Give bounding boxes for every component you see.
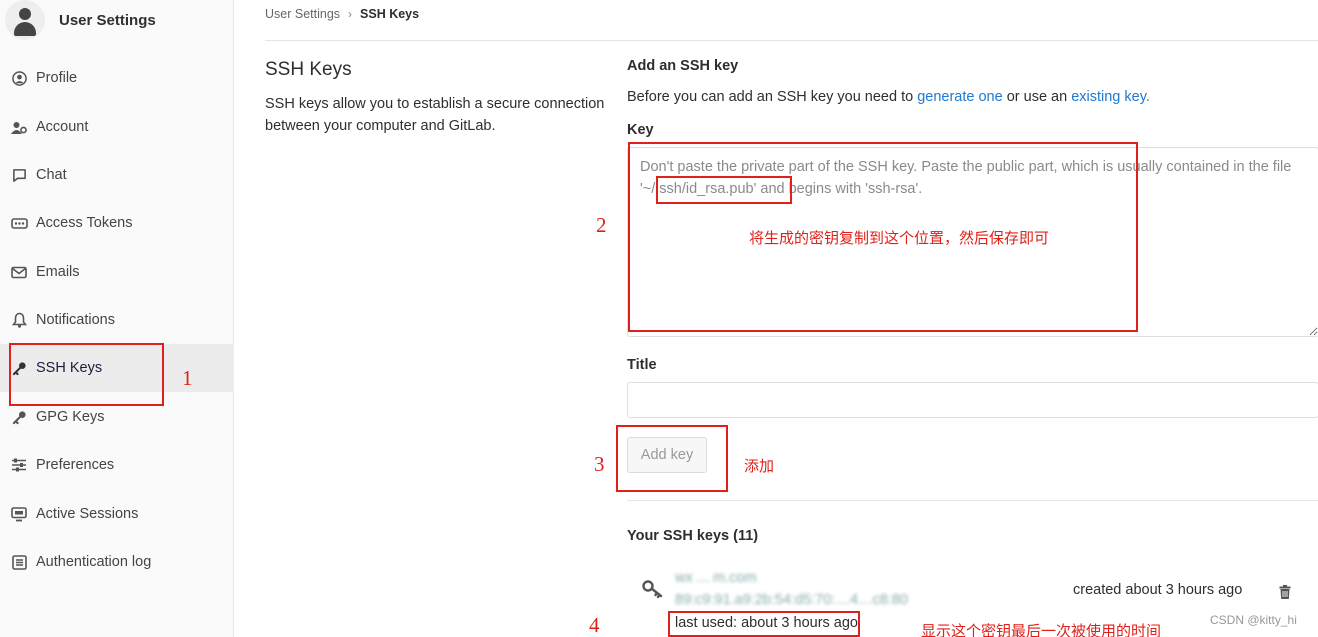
key-created: created about 3 hours ago (1073, 582, 1243, 598)
annotation-text: 将生成的密钥复制到这个位置，然后保存即可 (749, 230, 1050, 247)
annotation-number: 3 (594, 452, 605, 476)
sidebar-item-label: Active Sessions (36, 506, 139, 522)
profile-icon (10, 69, 28, 87)
envelope-icon (10, 263, 28, 281)
breadcrumb: User Settings › SSH Keys (265, 7, 419, 21)
sidebar-item-notifications[interactable]: Notifications (0, 296, 234, 344)
sidebar: User Settings Profile Account Chat Acces… (0, 0, 234, 637)
annotation-box-file-path (656, 176, 792, 204)
annotation-box-add-button (616, 425, 728, 492)
existing-key-link[interactable]: existing key. (1071, 89, 1150, 105)
sidebar-item-emails[interactable]: Emails (0, 248, 234, 296)
breadcrumb-current[interactable]: SSH Keys (360, 7, 419, 21)
keys-list-heading: Your SSH keys (11) (627, 528, 759, 544)
generate-one-link[interactable]: generate one (917, 89, 1002, 105)
intro-text: Before you can add an SSH key you need t… (627, 89, 914, 105)
sidebar-item-account[interactable]: Account (0, 103, 234, 151)
divider (627, 500, 1318, 501)
sliders-icon (10, 456, 28, 474)
annotation-text: 添加 (744, 458, 775, 475)
account-gears-icon (10, 118, 28, 136)
sidebar-item-label: Emails (36, 264, 80, 280)
title-label: Title (627, 357, 657, 373)
sidebar-header[interactable]: User Settings (0, 0, 234, 44)
breadcrumb-parent[interactable]: User Settings (265, 7, 340, 21)
form-intro: Before you can add an SSH key you need t… (627, 89, 1150, 105)
intro-text-middle: or use an (1006, 89, 1068, 105)
key-icon (642, 580, 664, 599)
sidebar-item-label: Access Tokens (36, 215, 133, 231)
sidebar-item-label: Authentication log (36, 554, 152, 570)
sidebar-item-label: GPG Keys (36, 409, 105, 425)
key-fingerprint: 89:c9:91.a9:2b:54:d5:70:…4…c8:80 (675, 592, 908, 608)
annotation-box-ssh-keys (9, 343, 164, 406)
access-tokens-icon (10, 214, 28, 232)
divider (265, 40, 1318, 41)
form-title: Add an SSH key (627, 58, 739, 74)
sidebar-item-label: Notifications (36, 312, 115, 328)
sidebar-item-label: Chat (36, 167, 67, 183)
key-icon (10, 408, 28, 426)
trash-icon[interactable] (1279, 585, 1291, 599)
annotation-number: 4 (589, 613, 600, 637)
sidebar-item-profile[interactable]: Profile (0, 54, 234, 102)
sidebar-title: User Settings (59, 12, 156, 29)
sidebar-item-authentication-log[interactable]: Authentication log (0, 538, 234, 586)
sidebar-item-label: Profile (36, 70, 78, 86)
sidebar-item-access-tokens[interactable]: Access Tokens (0, 199, 234, 247)
key-title-link[interactable]: wx … m.com (675, 570, 757, 586)
annotation-number: 1 (182, 366, 193, 390)
sidebar-item-preferences[interactable]: Preferences (0, 441, 234, 489)
watermark: CSDN @kitty_hi (1210, 613, 1297, 627)
chat-icon (10, 166, 28, 184)
annotation-text: 显示这个密钥最后一次被使用的时间 (921, 623, 1162, 637)
chevron-right-icon: › (348, 7, 353, 21)
bell-icon (10, 311, 28, 329)
annotation-box-last-used (668, 611, 860, 637)
annotation-number: 2 (596, 213, 607, 237)
monitor-icon (10, 505, 28, 523)
page-title: SSH Keys (265, 59, 352, 80)
sidebar-item-chat[interactable]: Chat (0, 151, 234, 199)
sidebar-item-label: Preferences (36, 457, 115, 473)
sidebar-item-label: Account (36, 119, 89, 135)
avatar[interactable] (5, 0, 45, 40)
key-label: Key (627, 122, 654, 138)
section-description: SSH keys allow you to establish a secure… (265, 96, 605, 134)
sidebar-item-active-sessions[interactable]: Active Sessions (0, 490, 234, 538)
title-input[interactable] (627, 382, 1318, 418)
list-icon (10, 553, 28, 571)
